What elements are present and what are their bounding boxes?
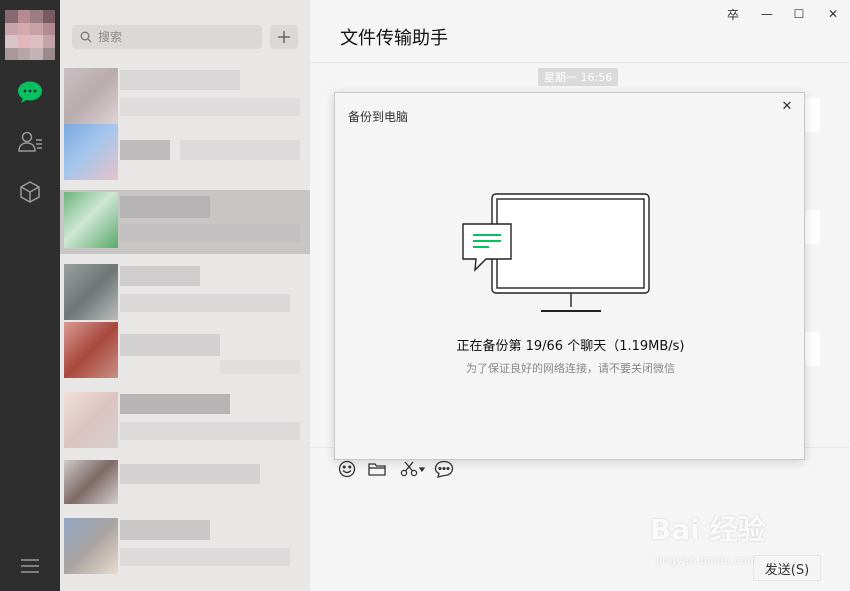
backup-status: 正在备份第 19/66 个聊天（1.19MB/s) bbox=[456, 339, 685, 354]
watermark-url: jingyan.baidu.com bbox=[656, 554, 758, 567]
list-item[interactable] bbox=[60, 122, 310, 186]
nav-bar bbox=[0, 0, 60, 591]
avatar[interactable] bbox=[5, 10, 55, 60]
list-item[interactable] bbox=[60, 516, 310, 580]
list-item[interactable] bbox=[60, 390, 310, 454]
dialog-title: 备份到电脑 bbox=[348, 110, 409, 124]
time-label: 星期一 16:56 bbox=[538, 68, 619, 86]
chat-list-panel bbox=[60, 0, 310, 591]
add-chat-button[interactable] bbox=[270, 25, 298, 49]
menu-icon[interactable] bbox=[15, 551, 45, 581]
search-icon bbox=[80, 28, 92, 47]
chat-bubble-icon[interactable] bbox=[433, 458, 455, 480]
header-divider bbox=[310, 62, 850, 63]
pin-button[interactable]: 卒 bbox=[718, 4, 748, 24]
plus-icon bbox=[278, 31, 290, 43]
backup-hint: 为了保证良好的网络连接，请不要关闭微信 bbox=[466, 362, 675, 375]
maximize-button[interactable]: ☐ bbox=[784, 4, 814, 24]
monitor-illustration bbox=[461, 193, 651, 319]
search-input[interactable] bbox=[98, 30, 248, 44]
cube-icon[interactable] bbox=[15, 177, 45, 207]
close-window-button[interactable]: ✕ bbox=[818, 4, 848, 24]
list-item[interactable] bbox=[60, 446, 310, 510]
emoji-icon[interactable] bbox=[336, 458, 358, 480]
watermark: Bai 经验 jingyan.baidu.com bbox=[650, 508, 810, 578]
scissors-icon[interactable] bbox=[398, 458, 428, 480]
backup-dialog: 备份到电脑 ✕ 正在备份第 19/66 个聊天（1.19MB/s) 为了保证良好… bbox=[334, 92, 805, 460]
list-item[interactable] bbox=[60, 262, 310, 326]
chat-icon[interactable] bbox=[15, 77, 45, 107]
dialog-close-button[interactable]: ✕ bbox=[778, 97, 796, 115]
folder-icon[interactable] bbox=[366, 458, 388, 480]
minimize-button[interactable]: — bbox=[752, 4, 782, 24]
list-item[interactable] bbox=[60, 320, 310, 384]
watermark-brand: Bai 经验 bbox=[650, 513, 766, 546]
page-title: 文件传输助手 bbox=[340, 28, 448, 49]
list-item[interactable] bbox=[60, 66, 310, 130]
search-box[interactable] bbox=[72, 25, 262, 49]
list-item[interactable] bbox=[60, 190, 310, 254]
contacts-icon[interactable] bbox=[15, 127, 45, 157]
